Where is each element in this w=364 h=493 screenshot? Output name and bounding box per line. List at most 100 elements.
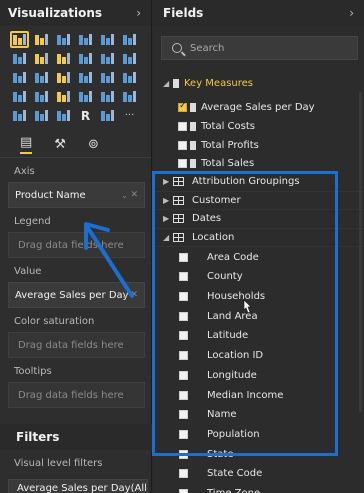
donut-chart-icon[interactable] <box>77 70 94 85</box>
matrix-icon[interactable] <box>55 108 72 123</box>
axis-remove-icon[interactable]: ✕ <box>130 190 138 200</box>
value-dropdown-icon[interactable]: ⌄ <box>121 291 128 300</box>
measure-item[interactable]: Average Sales per Day <box>153 99 364 118</box>
measure-item[interactable]: Total Profits <box>153 136 364 155</box>
location-field-item[interactable]: Area Code <box>153 247 364 267</box>
visualizations-pane: Visualizations › R ··· ▤ ⚒ ⊚ Axis Product… <box>0 0 152 493</box>
value-well[interactable]: Average Sales per Day ⌄ ✕ <box>8 282 145 308</box>
measure-calculator-icon <box>190 140 196 150</box>
area-chart-icon[interactable] <box>33 51 50 66</box>
location-field-item[interactable]: County <box>153 267 364 287</box>
field-checkbox[interactable] <box>179 488 188 493</box>
table-icon <box>173 233 184 243</box>
table-group-item[interactable]: ▶ Attribution Groupings <box>153 173 364 192</box>
field-label: Name <box>207 409 237 421</box>
line-stacked-column-icon[interactable] <box>99 51 116 66</box>
slicer-icon[interactable] <box>11 108 28 123</box>
field-checkbox[interactable] <box>179 292 188 302</box>
field-checkbox[interactable] <box>179 469 188 479</box>
treemap-icon[interactable] <box>99 70 116 85</box>
field-checkbox[interactable] <box>179 331 188 341</box>
map-icon[interactable] <box>121 70 138 85</box>
stacked-column-icon[interactable] <box>33 32 50 47</box>
stacked-bar-icon[interactable] <box>10 31 29 48</box>
field-checkbox[interactable] <box>179 272 188 282</box>
more-icon[interactable]: ··· <box>121 108 138 123</box>
visual-level-filters-label: Visual level filters <box>14 458 103 469</box>
location-field-item[interactable]: State Code <box>153 464 364 484</box>
location-field-item[interactable]: Households <box>153 287 364 307</box>
location-field-item[interactable]: Latitude <box>153 326 364 346</box>
axis-dropdown-icon[interactable]: ⌄ <box>121 191 128 200</box>
field-checkbox[interactable] <box>178 159 187 169</box>
analytics-magnifier-icon[interactable]: ⊚ <box>88 137 99 152</box>
location-field-item[interactable]: Median Income <box>153 385 364 405</box>
ribbon-chart-icon[interactable] <box>121 51 138 66</box>
table-group-item[interactable]: ◢ Location <box>153 229 364 248</box>
color-saturation-well[interactable]: Drag data fields here <box>8 332 145 358</box>
group-key-measures[interactable]: ◢ Key Measures <box>153 74 364 93</box>
table-icon[interactable] <box>33 108 50 123</box>
gauge-icon[interactable] <box>55 89 72 104</box>
funnel-icon[interactable] <box>33 89 50 104</box>
table-group-item[interactable]: ▶ Dates <box>153 210 364 229</box>
clustered-column-icon[interactable] <box>77 32 94 47</box>
field-checkbox[interactable] <box>179 351 188 361</box>
legend-well[interactable]: Drag data fields here <box>8 232 145 258</box>
field-checkbox[interactable] <box>179 449 188 459</box>
tooltips-well[interactable]: Drag data fields here <box>8 382 145 408</box>
100pct-bar-icon[interactable] <box>99 32 116 47</box>
field-label: State Code <box>207 468 263 480</box>
field-checkbox[interactable] <box>179 370 188 380</box>
field-checkbox[interactable] <box>179 429 188 439</box>
group-label: Key Measures <box>184 77 254 89</box>
scatter-icon[interactable] <box>33 70 50 85</box>
multi-row-card-icon[interactable] <box>99 89 116 104</box>
measure-item[interactable]: Total Sales <box>153 154 364 173</box>
location-field-item[interactable]: State <box>153 444 364 464</box>
field-checkbox[interactable] <box>178 140 187 150</box>
field-label: Total Profits <box>201 139 259 151</box>
fields-title: Fields <box>163 6 204 20</box>
expanded-caret-icon[interactable]: ◢ <box>163 233 173 242</box>
fields-search-box[interactable]: Search <box>161 36 358 60</box>
field-checkbox[interactable] <box>178 121 187 131</box>
field-checkbox[interactable] <box>179 311 188 321</box>
measure-item[interactable]: Total Costs <box>153 117 364 136</box>
collapse-visualizations-icon[interactable]: › <box>136 6 141 20</box>
clustered-bar-icon[interactable] <box>55 32 72 47</box>
line-chart-icon[interactable] <box>11 51 28 66</box>
location-field-item[interactable]: Name <box>153 405 364 425</box>
value-remove-icon[interactable]: ✕ <box>130 290 138 300</box>
expand-caret-icon[interactable]: ▶ <box>163 177 173 186</box>
location-field-item[interactable]: Land Area <box>153 306 364 326</box>
filled-map-icon[interactable] <box>11 89 28 104</box>
card-icon[interactable] <box>77 89 94 104</box>
r-visual-icon[interactable]: R <box>77 108 94 123</box>
line-column-icon[interactable] <box>77 51 94 66</box>
field-checkbox[interactable] <box>179 390 188 400</box>
expand-caret-icon[interactable]: ▶ <box>163 196 173 205</box>
fields-scrollbar[interactable] <box>359 92 362 412</box>
100pct-column-icon[interactable] <box>121 32 138 47</box>
globe-icon[interactable] <box>99 108 116 123</box>
location-field-item[interactable]: Time Zone <box>153 484 364 493</box>
collapse-fields-icon[interactable]: › <box>349 6 354 20</box>
axis-well[interactable]: Product Name ⌄ ✕ <box>8 182 145 208</box>
stacked-area-icon[interactable] <box>55 51 72 66</box>
table-group-item[interactable]: ▶ Customer <box>153 192 364 211</box>
kpi-icon[interactable] <box>121 89 138 104</box>
field-checkbox[interactable] <box>179 410 188 420</box>
visual-level-filter-item[interactable]: Average Sales per Day(All) <box>8 479 148 493</box>
location-field-item[interactable]: Longitude <box>153 365 364 385</box>
field-checkbox[interactable] <box>178 101 187 113</box>
field-checkbox[interactable] <box>179 252 188 262</box>
location-field-item[interactable]: Population <box>153 425 364 445</box>
collapse-caret-icon[interactable]: ◢ <box>163 79 173 88</box>
expand-caret-icon[interactable]: ▶ <box>163 214 173 223</box>
format-paint-roller-icon[interactable]: ⚒ <box>54 137 66 152</box>
waterfall-icon[interactable] <box>11 70 28 85</box>
pie-chart-icon[interactable] <box>55 70 72 85</box>
location-field-item[interactable]: Location ID <box>153 346 364 366</box>
fields-tab-icon[interactable]: ▤ <box>20 135 33 154</box>
